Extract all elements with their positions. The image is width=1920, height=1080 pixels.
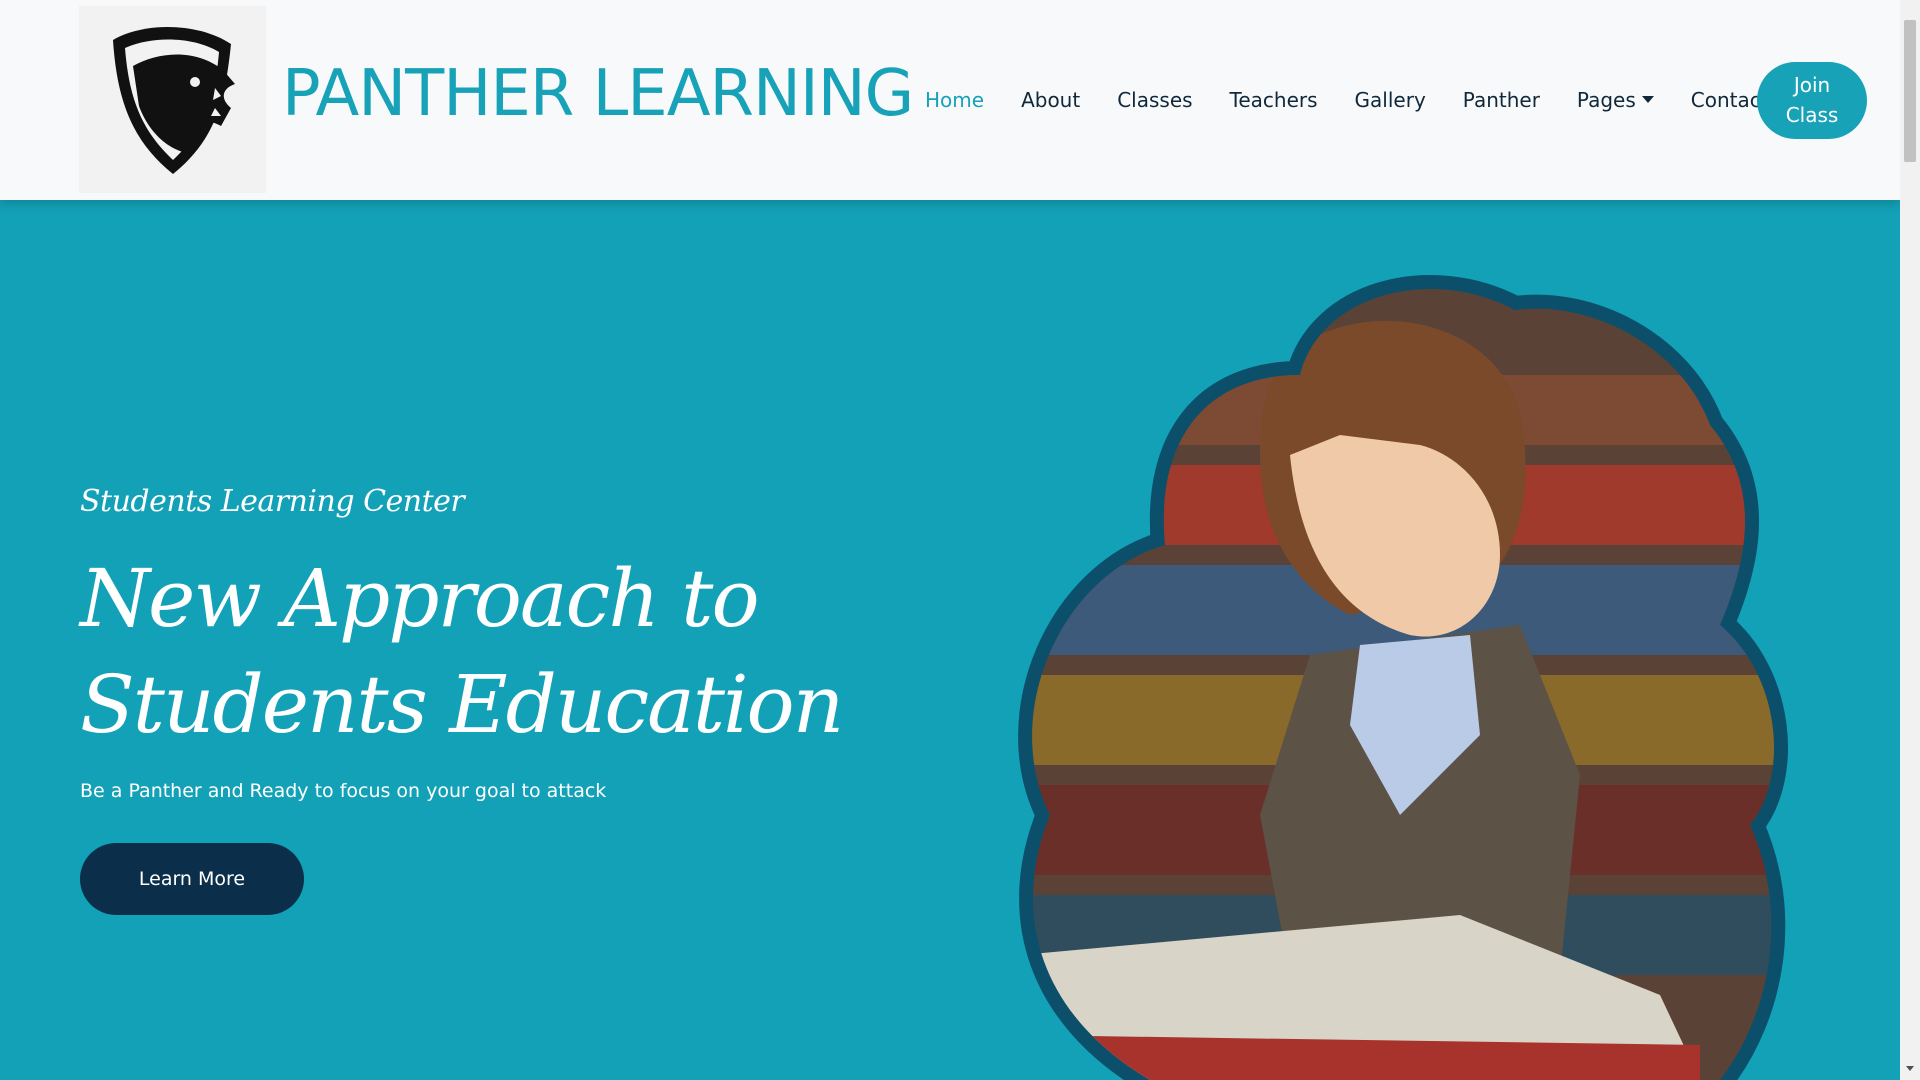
scrollbar-thumb[interactable] — [1904, 20, 1916, 162]
hero-headline-line2: Students Education — [80, 658, 844, 751]
nav-teachers[interactable]: Teachers — [1230, 88, 1318, 112]
nav-home[interactable]: Home — [925, 88, 984, 112]
hero-tagline: Be a Panther and Ready to focus on your … — [80, 780, 607, 802]
nav-pages-label: Pages — [1576, 88, 1636, 112]
hero-headline: New Approach to Students Education — [80, 546, 880, 758]
nav-pages-dropdown[interactable]: Pages — [1577, 88, 1654, 112]
nav-panther[interactable]: Panther — [1463, 88, 1540, 112]
brand-name[interactable]: PANTHER LEARNING — [282, 56, 914, 132]
nav-gallery[interactable]: Gallery — [1355, 88, 1426, 112]
caret-down-icon — [1641, 96, 1654, 103]
nav-about[interactable]: About — [1021, 88, 1080, 112]
scrollbar[interactable] — [1900, 0, 1920, 1080]
scroll-down-arrow-icon[interactable] — [1906, 1066, 1914, 1071]
join-class-line1: Join — [1793, 73, 1831, 97]
panther-shield-icon — [112, 26, 235, 175]
nav-classes[interactable]: Classes — [1117, 88, 1192, 112]
hero-subtitle: Students Learning Center — [80, 484, 465, 519]
join-class-button[interactable]: Join Class — [1757, 62, 1867, 139]
hero-text: Students Learning Center New Approach to… — [80, 480, 880, 802]
panther-logo[interactable] — [79, 6, 266, 193]
learn-more-button[interactable]: Learn More — [80, 843, 304, 915]
hero-headline-line1: New Approach to — [80, 552, 760, 645]
hero-child-reading-image — [1018, 275, 1788, 1080]
nav-menu: Home About Classes Teachers Gallery Pant… — [925, 84, 1806, 116]
navbar: PANTHER LEARNING Home About Classes Teac… — [0, 0, 1900, 200]
join-class-line2: Class — [1785, 103, 1839, 127]
